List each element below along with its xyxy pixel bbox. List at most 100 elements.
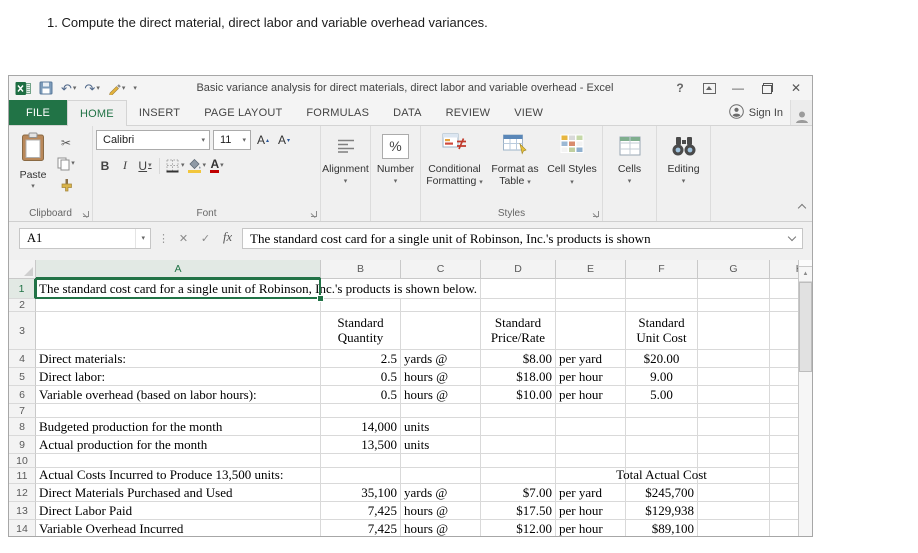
cell-A13[interactable]: Direct Labor Paid <box>36 502 321 520</box>
cell-F2[interactable] <box>626 299 698 312</box>
row-header-6[interactable]: 6 <box>9 386 36 404</box>
cell-B7[interactable] <box>321 404 401 418</box>
cell-D6[interactable]: $10.00 <box>481 386 556 404</box>
tab-view[interactable]: VIEW <box>502 100 555 125</box>
cell-E2[interactable] <box>556 299 626 312</box>
cell-H10[interactable] <box>770 454 798 468</box>
cell-F6[interactable]: 5.00 <box>626 386 698 404</box>
styles-dialog-launcher[interactable] <box>591 209 600 218</box>
column-header-B[interactable]: B <box>321 260 401 279</box>
cell-H1[interactable] <box>770 279 798 299</box>
cell-E3[interactable] <box>556 312 626 350</box>
tab-data[interactable]: DATA <box>381 100 434 125</box>
cell-B12[interactable]: 35,100 <box>321 484 401 502</box>
cell-G7[interactable] <box>698 404 770 418</box>
column-header-G[interactable]: G <box>698 260 770 279</box>
cell-F14[interactable]: $89,100 <box>626 520 698 536</box>
cell-C3[interactable] <box>401 312 481 350</box>
sign-in-button[interactable]: Sign In <box>722 100 790 125</box>
cell-C11[interactable] <box>401 468 481 484</box>
cell-B11[interactable] <box>321 468 401 484</box>
row-header-9[interactable]: 9 <box>9 436 36 454</box>
cell-A14[interactable]: Variable Overhead Incurred <box>36 520 321 536</box>
collapse-ribbon-icon[interactable] <box>799 198 805 216</box>
name-box[interactable]: A1 ▾ <box>19 228 151 249</box>
cell-G6[interactable] <box>698 386 770 404</box>
cell-G4[interactable] <box>698 350 770 368</box>
cell-F13[interactable]: $129,938 <box>626 502 698 520</box>
cell-H12[interactable] <box>770 484 798 502</box>
cell-D11[interactable] <box>481 468 556 484</box>
enter-icon[interactable]: ✓ <box>198 228 213 245</box>
pen-icon[interactable]: ▾ <box>108 82 126 95</box>
formula-bar-handle[interactable]: ⋮ <box>158 228 169 245</box>
format-as-table-button[interactable]: Format as Table ▾ <box>486 130 545 187</box>
font-dialog-launcher[interactable] <box>309 209 318 218</box>
cell-F5[interactable]: 9.00 <box>626 368 698 386</box>
cell-G10[interactable] <box>698 454 770 468</box>
scrollbar-split-handle[interactable] <box>799 260 812 267</box>
column-header-H[interactable]: H <box>770 260 798 279</box>
cell-D9[interactable] <box>481 436 556 454</box>
cell-B4[interactable]: 2.5 <box>321 350 401 368</box>
cell-F9[interactable] <box>626 436 698 454</box>
cell-D14[interactable]: $12.00 <box>481 520 556 536</box>
cell-C4[interactable]: yards @ <box>401 350 481 368</box>
cell-A4[interactable]: Direct materials: <box>36 350 321 368</box>
scroll-up-icon[interactable]: ▲ <box>799 267 812 282</box>
row-header-3[interactable]: 3 <box>9 312 36 350</box>
cell-D4[interactable]: $8.00 <box>481 350 556 368</box>
cancel-icon[interactable]: ✕ <box>176 228 191 245</box>
cell-H5[interactable] <box>770 368 798 386</box>
cell-H2[interactable] <box>770 299 798 312</box>
cell-C14[interactable]: hours @ <box>401 520 481 536</box>
cell-B5[interactable]: 0.5 <box>321 368 401 386</box>
cell-G11[interactable] <box>698 468 770 484</box>
cell-G9[interactable] <box>698 436 770 454</box>
row-header-14[interactable]: 14 <box>9 520 36 536</box>
cell-E12[interactable]: per yard <box>556 484 626 502</box>
column-header-F[interactable]: F <box>626 260 698 279</box>
row-header-2[interactable]: 2 <box>9 299 36 312</box>
cell-A11[interactable]: Actual Costs Incurred to Produce 13,500 … <box>36 468 321 484</box>
ribbon-display-options-icon[interactable] <box>702 81 716 96</box>
cell-H14[interactable] <box>770 520 798 536</box>
row-header-8[interactable]: 8 <box>9 418 36 436</box>
cell-A6[interactable]: Variable overhead (based on labor hours)… <box>36 386 321 404</box>
bold-button[interactable]: B <box>96 157 114 174</box>
cell-A9[interactable]: Actual production for the month <box>36 436 321 454</box>
cell-H6[interactable] <box>770 386 798 404</box>
cell-A1[interactable]: The standard cost card for a single unit… <box>36 279 321 299</box>
cell-G14[interactable] <box>698 520 770 536</box>
tab-file[interactable]: FILE <box>9 100 67 125</box>
expand-formula-bar-icon[interactable] <box>788 233 796 241</box>
cell-B10[interactable] <box>321 454 401 468</box>
cell-B13[interactable]: 7,425 <box>321 502 401 520</box>
cell-E9[interactable] <box>556 436 626 454</box>
row-header-5[interactable]: 5 <box>9 368 36 386</box>
cell-D1[interactable] <box>481 279 556 299</box>
scrollbar-thumb[interactable] <box>799 282 812 372</box>
name-box-dropdown-icon[interactable]: ▾ <box>135 229 150 248</box>
cell-C8[interactable]: units <box>401 418 481 436</box>
cell-B2[interactable] <box>321 299 401 312</box>
font-name-select[interactable]: Calibri ▾ <box>96 130 210 150</box>
cell-A10[interactable] <box>36 454 321 468</box>
italic-button[interactable]: I <box>116 157 134 174</box>
tab-review[interactable]: REVIEW <box>434 100 503 125</box>
row-header-11[interactable]: 11 <box>9 468 36 484</box>
cell-C7[interactable] <box>401 404 481 418</box>
cell-H13[interactable] <box>770 502 798 520</box>
cell-A8[interactable]: Budgeted production for the month <box>36 418 321 436</box>
underline-button[interactable]: U▾ <box>136 157 154 174</box>
tab-formulas[interactable]: FORMULAS <box>294 100 381 125</box>
format-painter-icon[interactable] <box>57 176 75 193</box>
column-header-A[interactable]: A <box>36 260 321 279</box>
cell-F11[interactable]: Total Actual Cost <box>626 468 698 484</box>
cell-E1[interactable] <box>556 279 626 299</box>
cell-B9[interactable]: 13,500 <box>321 436 401 454</box>
cell-D2[interactable] <box>481 299 556 312</box>
cell-G3[interactable] <box>698 312 770 350</box>
cell-E4[interactable]: per yard <box>556 350 626 368</box>
cell-B6[interactable]: 0.5 <box>321 386 401 404</box>
